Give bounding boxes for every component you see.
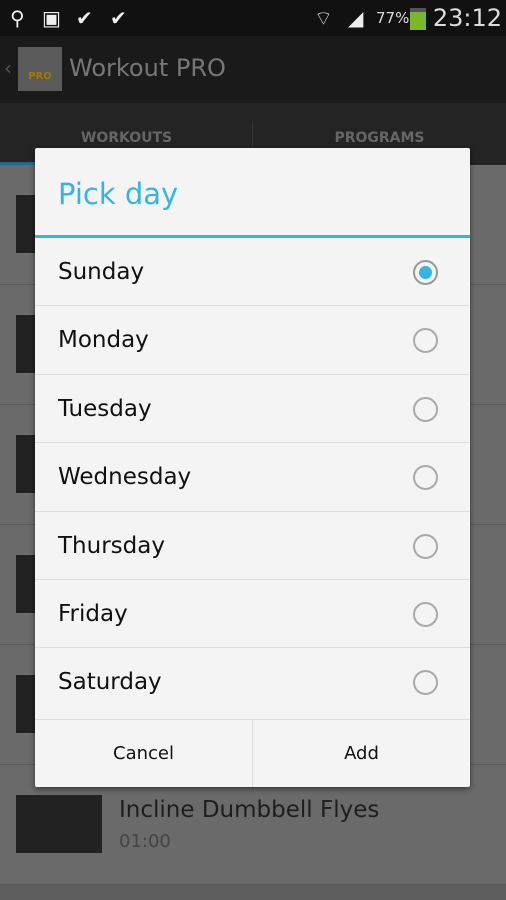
dialog-title: Pick day xyxy=(35,148,470,238)
option-friday[interactable]: Friday xyxy=(35,580,470,649)
option-thursday[interactable]: Thursday xyxy=(35,512,470,580)
option-label: Sunday xyxy=(58,259,145,285)
usb-icon: ⚲ xyxy=(10,6,25,30)
clock: 23:12 xyxy=(432,4,502,32)
gallery-icon: ▣ xyxy=(42,6,61,30)
item-title: Incline Dumbbell Flyes xyxy=(119,797,380,823)
dialog-buttons: Cancel Add xyxy=(35,719,470,787)
option-monday[interactable]: Monday xyxy=(35,306,470,375)
radio-icon[interactable] xyxy=(413,396,438,422)
thumbnail xyxy=(16,795,102,853)
add-button[interactable]: Add xyxy=(252,720,470,787)
option-label: Wednesday xyxy=(58,464,192,491)
action-bar: ‹ PRO Workout PRO xyxy=(0,36,506,103)
pick-day-dialog: Pick day Sunday Monday Tuesday Wednesday… xyxy=(35,148,470,787)
radio-icon[interactable] xyxy=(413,601,438,627)
option-label: Friday xyxy=(58,600,128,627)
option-label: Saturday xyxy=(58,669,162,696)
option-saturday[interactable]: Saturday xyxy=(35,648,470,716)
status-bar: ⚲ ▣ ✔ ✔ ⌔ ◢ 77% 23:12 xyxy=(0,0,506,36)
option-sunday[interactable]: Sunday xyxy=(35,238,470,307)
cancel-button[interactable]: Cancel xyxy=(35,720,252,787)
option-label: Monday xyxy=(58,327,149,354)
app-logo[interactable]: PRO xyxy=(18,47,62,91)
battery-percent: 77% xyxy=(376,9,410,27)
signal-icon: ◢ xyxy=(348,6,364,30)
radio-icon[interactable] xyxy=(413,533,438,559)
radio-icon[interactable] xyxy=(413,328,438,354)
wifi-icon: ⌔ xyxy=(314,6,333,30)
item-duration: 01:00 xyxy=(119,831,171,852)
battery-charging-icon xyxy=(410,8,426,30)
check-icon: ✔ xyxy=(76,6,93,30)
app-title: Workout PRO xyxy=(69,54,226,82)
option-wednesday[interactable]: Wednesday xyxy=(35,443,470,512)
option-label: Thursday xyxy=(58,532,165,559)
back-icon[interactable]: ‹ xyxy=(4,56,12,80)
radio-icon[interactable] xyxy=(413,465,438,491)
check-icon: ✔ xyxy=(110,6,127,30)
radio-selected-icon[interactable] xyxy=(413,260,438,285)
option-tuesday[interactable]: Tuesday xyxy=(35,375,470,444)
radio-icon[interactable] xyxy=(413,670,438,696)
option-label: Tuesday xyxy=(58,395,152,422)
